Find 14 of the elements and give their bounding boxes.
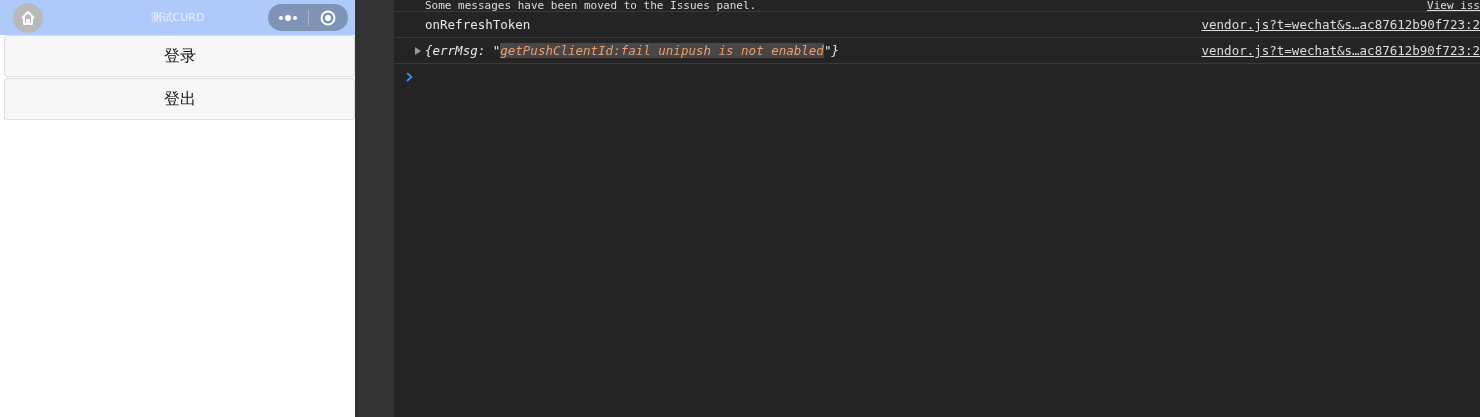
home-button[interactable] [13, 2, 43, 33]
source-link[interactable]: vendor.js?t=wechat&s…ac87612b90f723:2 [1201, 43, 1480, 58]
home-icon [20, 9, 36, 26]
console-message: onRefreshToken [425, 17, 531, 32]
source-link[interactable]: View iss [1427, 0, 1480, 11]
prompt-chevron-icon [406, 72, 413, 82]
more-icon [277, 13, 298, 22]
action-button[interactable]: 登录 [4, 35, 355, 77]
expand-triangle-icon[interactable] [414, 46, 422, 55]
object-preview: {errMsg: "getPushClientId:fail unipush is not enabled"} [425, 43, 839, 58]
record-icon [320, 9, 337, 26]
source-link[interactable]: vendor.js?t=wechat&s…ac87612b90f723:2 [1201, 17, 1480, 32]
console-message: Some messages have been moved to the Issues panel. [425, 0, 757, 11]
action-button[interactable]: 登出 [4, 78, 355, 120]
